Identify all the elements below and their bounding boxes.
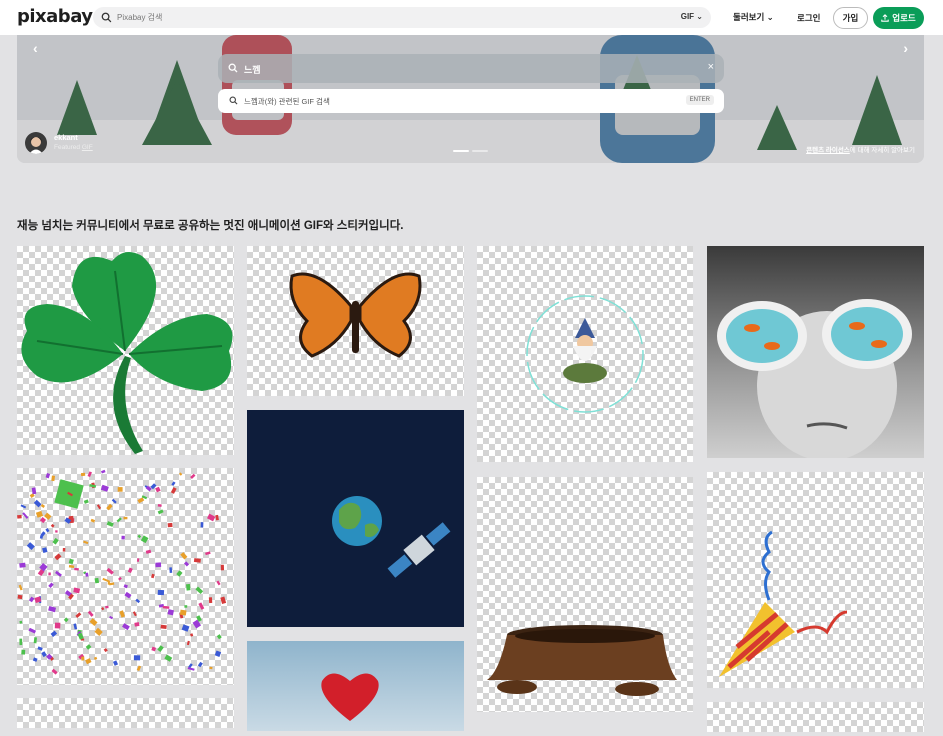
media-type-label: GIF [680,12,695,21]
gallery-item-earth-satellite[interactable] [247,410,464,627]
license-link[interactable]: 콘텐츠 라이선스 [806,147,850,154]
goggles-goldfish-image [717,299,912,461]
wizard-bubble-image [526,295,644,413]
butterfly-image [289,272,422,358]
license-text: 에 대해 자세히 알아보기 [849,147,915,154]
join-button[interactable]: 가입 [833,7,868,29]
upload-icon [881,14,889,22]
author-name[interactable]: ekkant [54,133,78,142]
search-suggestion[interactable]: 느껨과(와) 관련된 GIF 검색 ENTER [218,89,724,113]
explore-menu[interactable]: 둘러보기 ⌄ [733,11,774,23]
login-link[interactable]: 로그인 [797,12,820,24]
gallery-item-goggles[interactable] [707,246,924,461]
gallery-item[interactable] [17,698,234,728]
earth-satellite-image [332,496,451,578]
gallery-item-party-popper[interactable] [707,472,924,688]
pixabay-logo[interactable]: pixabay [17,6,93,27]
featured-gif-link[interactable]: GIF [82,144,93,151]
heart-balloon-image [321,673,379,721]
featured-label: Featured GIF [54,144,93,151]
license-info: 콘텐츠 라이선스에 대해 자세히 알아보기 [806,144,915,154]
gallery-item[interactable] [707,702,924,732]
next-slide-arrow-icon[interactable]: › [903,40,908,56]
hero-search-input[interactable]: 느껨 [244,63,261,76]
top-navigation-bar: pixabay Pixabay 검색 GIF ⌄ 둘러보기 ⌄ 로그인 가입 업… [0,0,943,35]
slide-dot[interactable] [472,150,488,152]
hero-search-box[interactable]: 느껨 × [218,54,724,83]
clear-icon[interactable]: × [708,61,714,73]
gallery-item-butterfly[interactable] [247,246,464,396]
media-type-dropdown[interactable]: GIF ⌄ [681,12,703,21]
gallery-item-clover[interactable] [17,246,234,455]
hero-banner: ‹ › 느껨 × 느껨과(와) 관련된 GIF 검색 ENTER ekkant … [17,35,924,163]
search-icon [101,12,112,23]
page-tagline: 재능 넘치는 커뮤니티에서 무료로 공유하는 멋진 애니메이션 GIF와 스티커… [17,220,404,232]
suggestion-text: 느껨과(와) 관련된 GIF 검색 [244,97,330,106]
search-icon [228,63,238,73]
chevron-down-icon: ⌄ [696,12,703,21]
featured-text: Featured [54,144,81,151]
upload-label: 업로드 [892,13,916,23]
clover-image [21,252,233,454]
search-bar[interactable]: Pixabay 검색 GIF ⌄ [93,7,711,28]
party-popper-image [719,530,848,677]
enter-key-hint: ENTER [685,95,714,105]
search-input[interactable]: Pixabay 검색 [117,12,162,23]
upload-button[interactable]: 업로드 [873,7,924,29]
slide-dot[interactable] [453,150,469,152]
avatar[interactable] [25,132,47,154]
confetti-image [17,469,227,675]
mud-pot-image [487,625,677,696]
prev-slide-arrow-icon[interactable]: ‹ [33,40,38,56]
gallery-item-confetti[interactable] [17,468,234,685]
slide-indicator [453,150,488,152]
explore-label: 둘러보기 [733,12,765,22]
gallery-item-mud[interactable] [477,477,693,712]
gallery-item-heart[interactable] [247,641,464,731]
search-icon [229,96,238,105]
gallery-item-wizard[interactable] [477,246,693,462]
chevron-down-icon: ⌄ [766,12,774,22]
